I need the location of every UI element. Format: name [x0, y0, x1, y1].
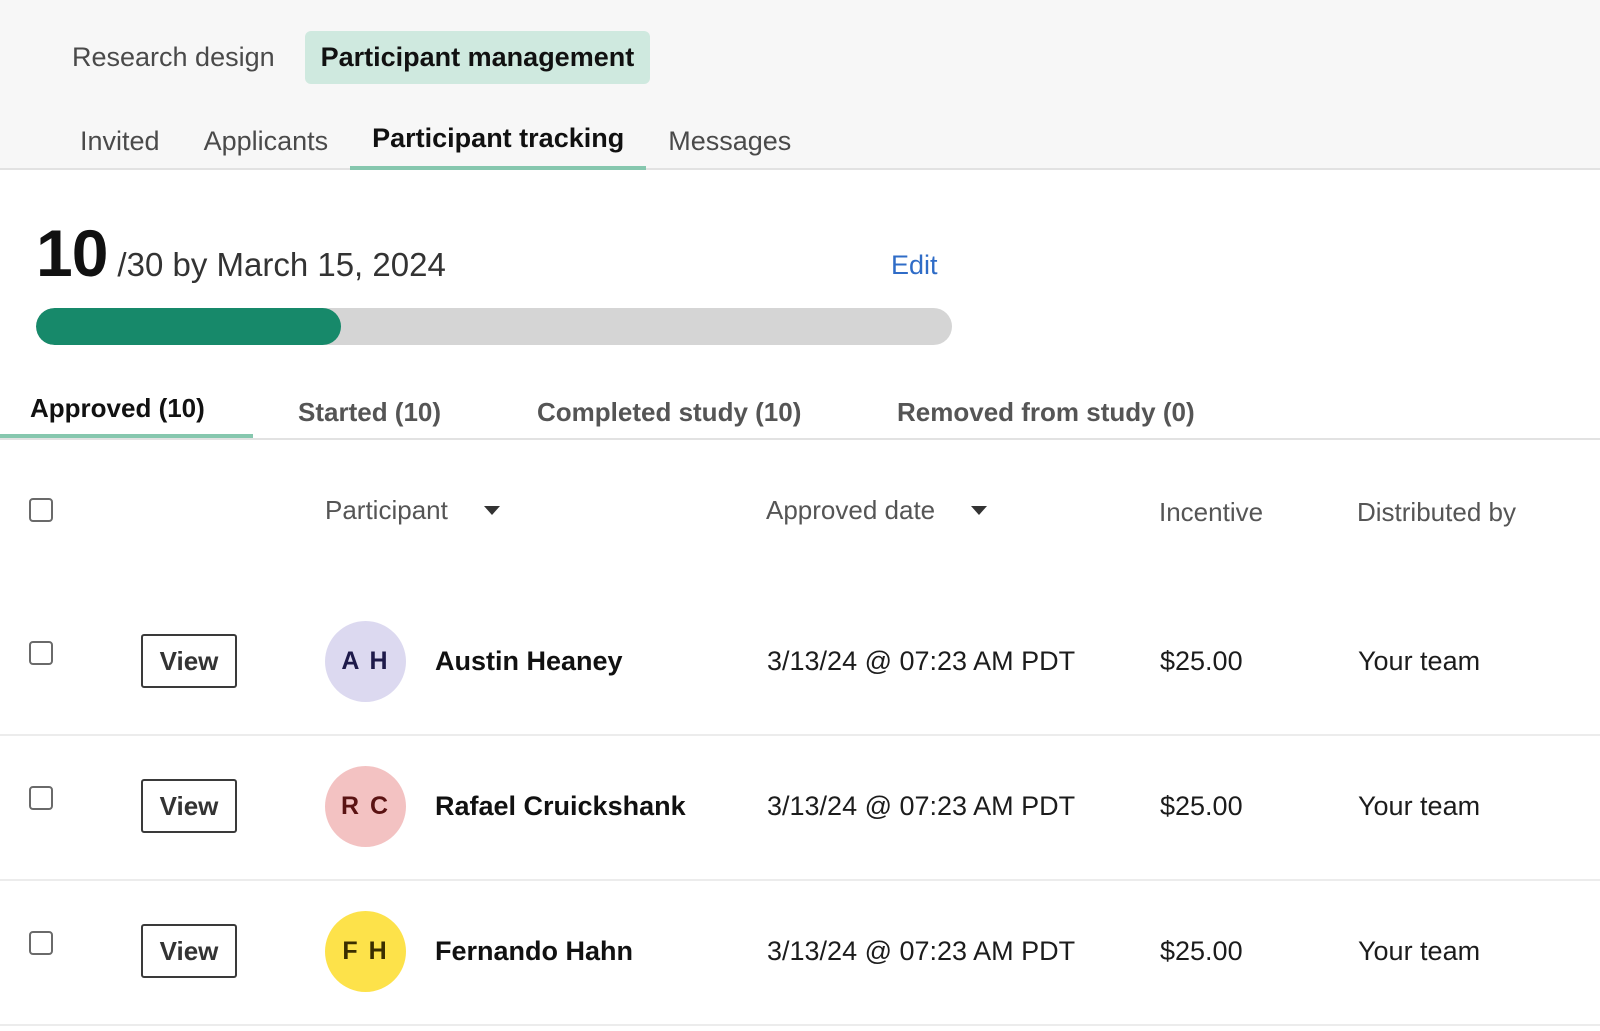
- row-checkbox[interactable]: [29, 931, 53, 955]
- approved-date: 3/13/24 @ 07:23 AM PDT: [767, 646, 1076, 676]
- header-approved-date: Approved date: [766, 495, 988, 526]
- tab-started[interactable]: Started (10): [298, 382, 441, 442]
- sort-participant-icon[interactable]: [483, 506, 500, 515]
- edit-link[interactable]: Edit: [891, 250, 938, 281]
- subtab-participant-tracking[interactable]: Participant tracking: [350, 109, 647, 170]
- view-button[interactable]: View: [141, 924, 237, 978]
- tab-removed-from-study[interactable]: Removed from study (0): [897, 382, 1195, 442]
- header-participant: Participant: [325, 495, 500, 526]
- incentive: $25.00: [1160, 646, 1243, 676]
- avatar: A H: [325, 621, 406, 702]
- sub-tabs: Invited Applicants Participant tracking …: [58, 112, 813, 170]
- header-participant-label: Participant: [325, 495, 448, 525]
- page: Research design Participant management I…: [0, 0, 1600, 1031]
- row-checkbox[interactable]: [29, 786, 53, 810]
- table-row: View A H Austin Heaney 3/13/24 @ 07:23 A…: [0, 591, 1600, 736]
- table-row: View F H Fernando Hahn 3/13/24 @ 07:23 A…: [0, 881, 1600, 1026]
- tab-completed-study[interactable]: Completed study (10): [537, 382, 801, 442]
- distributed-by: Your team: [1358, 936, 1481, 966]
- participant-target: /30 by March 15, 2024: [117, 246, 446, 283]
- sort-approved-date-icon[interactable]: [971, 506, 988, 515]
- participant-count: 10: [36, 216, 108, 290]
- approved-date: 3/13/24 @ 07:23 AM PDT: [767, 936, 1076, 966]
- distributed-by: Your team: [1358, 791, 1481, 821]
- active-tab-indicator: [0, 434, 253, 438]
- avatar: R C: [325, 766, 406, 847]
- status-tabs: Approved (10) Started (10) Completed stu…: [0, 378, 1600, 440]
- incentive: $25.00: [1160, 936, 1243, 966]
- table-row: View R C Rafael Cruickshank 3/13/24 @ 07…: [0, 736, 1600, 881]
- subtab-applicants[interactable]: Applicants: [182, 112, 351, 170]
- tab-research-design[interactable]: Research design: [56, 31, 291, 84]
- row-checkbox[interactable]: [29, 641, 53, 665]
- header: Research design Participant management I…: [0, 0, 1600, 170]
- subtab-messages[interactable]: Messages: [646, 112, 813, 170]
- subtab-invited[interactable]: Invited: [58, 112, 182, 170]
- participant-name: Rafael Cruickshank: [435, 791, 686, 821]
- participant-name: Fernando Hahn: [435, 936, 634, 966]
- incentive: $25.00: [1160, 791, 1243, 821]
- progress-bar: [36, 308, 952, 345]
- progress-summary: 10 /30 by March 15, 2024: [36, 215, 446, 291]
- header-incentive: Incentive: [1159, 497, 1264, 527]
- participant-name: Austin Heaney: [435, 646, 623, 676]
- view-button[interactable]: View: [141, 634, 237, 688]
- tab-participant-management[interactable]: Participant management: [304, 31, 651, 84]
- header-distributed-by: Distributed by: [1357, 497, 1516, 527]
- tab-approved[interactable]: Approved (10): [30, 378, 205, 438]
- select-all-checkbox[interactable]: [29, 498, 53, 522]
- header-approved-date-label: Approved date: [766, 495, 936, 525]
- approved-date: 3/13/24 @ 07:23 AM PDT: [767, 791, 1076, 821]
- progress-bar-fill: [36, 308, 342, 345]
- view-button[interactable]: View: [141, 779, 237, 833]
- top-tabs: Research design Participant management: [56, 31, 651, 84]
- avatar: F H: [325, 911, 406, 992]
- distributed-by: Your team: [1358, 646, 1481, 676]
